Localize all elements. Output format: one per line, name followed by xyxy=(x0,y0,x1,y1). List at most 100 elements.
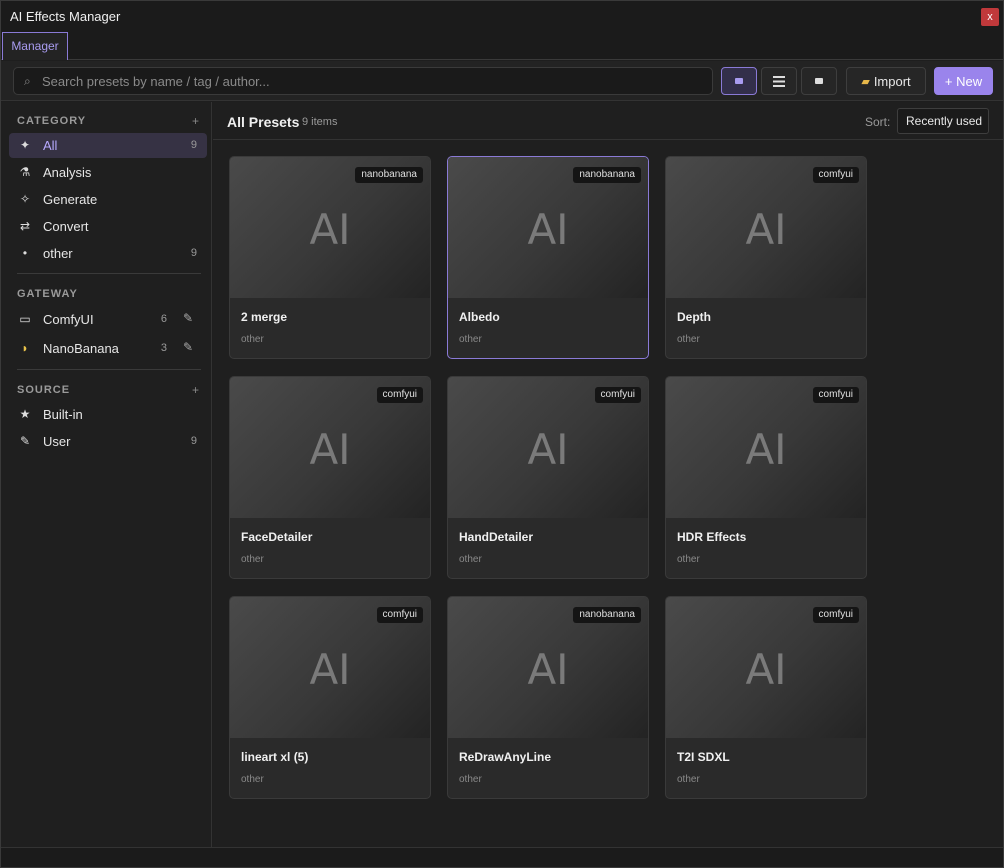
gateway-badge: comfyui xyxy=(812,607,859,623)
sidebar-item-label: Convert xyxy=(43,219,89,234)
sidebar-item-label: Generate xyxy=(43,192,98,207)
search-icon: ⌕ xyxy=(24,74,31,88)
main-panel: All Presets 9 items Sort: Recently used … xyxy=(213,102,1003,847)
sidebar-item-analysis[interactable]: ⚗ Analysis xyxy=(9,160,207,185)
banana-icon: ◗ xyxy=(21,341,29,355)
thumbnail-text: AI xyxy=(527,645,569,694)
item-count: 9 xyxy=(190,247,197,259)
sidebar-item-label: Built-in xyxy=(43,407,83,422)
pencil-icon: ✎ xyxy=(19,434,31,448)
divider xyxy=(17,369,201,370)
preset-card[interactable]: AI comfyui HDR Effects other xyxy=(665,376,867,579)
compact-view-icon xyxy=(815,78,823,84)
thumbnail-text: AI xyxy=(745,205,787,254)
sidebar-item-label: other xyxy=(43,246,73,261)
star-outline-icon: ✧ xyxy=(19,192,31,206)
close-button[interactable]: x xyxy=(981,8,999,26)
preset-name: lineart xl (5) xyxy=(241,750,309,764)
item-count: 9 xyxy=(190,139,197,151)
preset-category: other xyxy=(677,554,700,565)
sidebar-item-label: ComfyUI xyxy=(43,312,94,327)
preset-category: other xyxy=(459,774,482,785)
sidebar-item-comfyui[interactable]: ▭ ComfyUI 6 ✎ xyxy=(9,307,207,332)
preset-card[interactable]: AI comfyui lineart xl (5) other xyxy=(229,596,431,799)
preset-card[interactable]: AI comfyui HandDetailer other xyxy=(447,376,649,579)
thumbnail-text: AI xyxy=(527,425,569,474)
sidebar-item-user[interactable]: ✎ User 9 xyxy=(9,429,207,454)
new-preset-button[interactable]: + New xyxy=(934,67,993,95)
preset-name: FaceDetailer xyxy=(241,530,313,544)
preset-category: other xyxy=(241,774,264,785)
sort-select[interactable]: Recently used xyxy=(897,108,989,134)
source-header: SOURCE xyxy=(17,384,71,396)
app-window: AI Effects Manager x Manager ⌕ ▰ Import … xyxy=(0,0,1004,868)
status-bar xyxy=(1,847,1003,867)
tab-bar: Manager xyxy=(1,32,1003,60)
grid-view-icon xyxy=(735,78,743,84)
category-header: CATEGORY xyxy=(17,115,87,127)
sidebar: CATEGORY + ✦ All 9 ⚗ Analysis ✧ Generate… xyxy=(1,102,212,847)
list-view-icon xyxy=(773,75,785,87)
add-category-button[interactable]: + xyxy=(192,114,199,128)
item-count: 6 xyxy=(160,313,167,325)
sidebar-item-convert[interactable]: ⇄ Convert xyxy=(9,214,207,239)
gateway-badge: nanobanana xyxy=(573,167,641,183)
dot-icon: • xyxy=(22,246,28,260)
page-title: All Presets xyxy=(227,114,300,130)
sidebar-item-built-in[interactable]: ★ Built-in xyxy=(9,402,207,427)
search-box[interactable]: ⌕ xyxy=(13,67,713,95)
grid-view-button[interactable] xyxy=(721,67,757,95)
edit-gateway-icon[interactable]: ✎ xyxy=(183,340,193,354)
divider xyxy=(17,273,201,274)
folder-icon: ▰ xyxy=(861,75,870,88)
preset-card[interactable]: AI comfyui T2I SDXL other xyxy=(665,596,867,799)
preset-category: other xyxy=(677,774,700,785)
preset-card[interactable]: AI nanobanana ReDrawAnyLine other xyxy=(447,596,649,799)
list-view-button[interactable] xyxy=(761,67,797,95)
gateway-badge: comfyui xyxy=(594,387,641,403)
gateway-badge: nanobanana xyxy=(355,167,423,183)
sidebar-item-label: User xyxy=(43,434,71,449)
thumbnail-text: AI xyxy=(309,645,351,694)
sidebar-item-generate[interactable]: ✧ Generate xyxy=(9,187,207,212)
sidebar-item-nanobanana[interactable]: ◗ NanoBanana 3 ✎ xyxy=(9,336,207,361)
gateway-badge: comfyui xyxy=(376,387,423,403)
preset-category: other xyxy=(677,334,700,345)
sort-label: Sort: xyxy=(865,115,891,129)
preset-name: HandDetailer xyxy=(459,530,534,544)
title-bar: AI Effects Manager x xyxy=(1,1,1003,32)
thumbnail-text: AI xyxy=(745,645,787,694)
swap-arrows-icon: ⇄ xyxy=(19,219,31,233)
import-label: Import xyxy=(873,73,911,89)
edit-gateway-icon[interactable]: ✎ xyxy=(183,311,193,325)
thumbnail-text: AI xyxy=(309,205,351,254)
preset-card[interactable]: AI nanobanana 2 merge other xyxy=(229,156,431,359)
window-title: AI Effects Manager xyxy=(10,9,121,24)
import-button[interactable]: ▰ Import xyxy=(846,67,926,95)
item-count: 9 xyxy=(190,435,197,447)
gateway-badge: comfyui xyxy=(376,607,423,623)
preset-category: other xyxy=(241,554,264,565)
search-input[interactable] xyxy=(42,68,702,94)
preset-category: other xyxy=(459,554,482,565)
tab-manager[interactable]: Manager xyxy=(2,32,68,60)
preset-card[interactable]: AI nanobanana Albedo other xyxy=(447,156,649,359)
preset-name: T2I SDXL xyxy=(677,750,730,764)
compact-view-button[interactable] xyxy=(801,67,837,95)
sidebar-item-other[interactable]: • other 9 xyxy=(9,241,207,266)
sidebar-item-label: NanoBanana xyxy=(43,341,119,356)
main-header: All Presets 9 items Sort: Recently used xyxy=(213,102,1003,140)
item-count: 3 xyxy=(160,342,167,354)
sidebar-item-all[interactable]: ✦ All 9 xyxy=(9,133,207,158)
thumbnail-text: AI xyxy=(527,205,569,254)
add-source-button[interactable]: + xyxy=(192,383,199,397)
gateway-badge: nanobanana xyxy=(573,607,641,623)
toolbar: ⌕ ▰ Import + New xyxy=(1,61,1003,101)
gateway-badge: comfyui xyxy=(812,387,859,403)
thumbnail-text: AI xyxy=(309,425,351,474)
preset-card[interactable]: AI comfyui FaceDetailer other xyxy=(229,376,431,579)
sidebar-item-label: Analysis xyxy=(43,165,92,180)
monitor-icon: ▭ xyxy=(19,312,31,326)
thumbnail-text: AI xyxy=(745,425,787,474)
preset-card[interactable]: AI comfyui Depth other xyxy=(665,156,867,359)
